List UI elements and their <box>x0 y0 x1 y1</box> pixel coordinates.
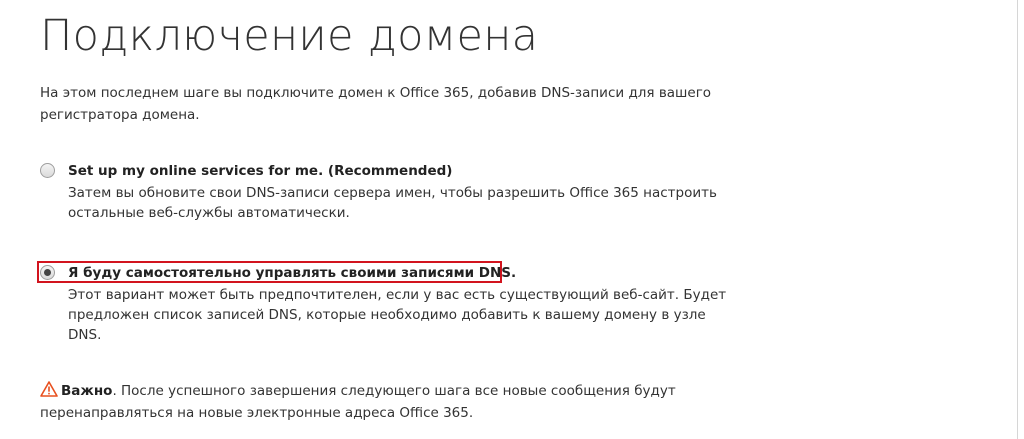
warning-triangle-icon <box>40 381 58 397</box>
intro-text: На этом последнем шаге вы подключите дом… <box>40 85 712 123</box>
option-manage-dns-label[interactable]: Я буду самостоятельно управлять своими з… <box>68 262 516 284</box>
option-auto-setup-label[interactable]: Set up my online services for me. (Recom… <box>68 160 452 182</box>
option-manage-dns-description: Этот вариант может быть предпочтителен, … <box>68 287 727 343</box>
option-auto-setup-row[interactable]: Set up my online services for me. (Recom… <box>40 160 730 182</box>
option-auto-setup[interactable]: Set up my online services for me. (Recom… <box>40 160 730 221</box>
important-notice: Важно. После успешного завершения следую… <box>40 380 720 424</box>
radio-auto-setup[interactable] <box>40 163 55 178</box>
scrollbar-edge <box>1017 0 1018 439</box>
important-label: Важно <box>61 383 113 399</box>
option-manage-dns-row[interactable]: Я буду самостоятельно управлять своими з… <box>37 261 730 284</box>
important-text: . После успешного завершения следующего … <box>40 383 676 421</box>
option-auto-setup-description: Затем вы обновите свои DNS-записи сервер… <box>68 185 717 221</box>
radio-manage-dns[interactable] <box>40 265 55 280</box>
page-title: Подключение домена <box>40 11 539 61</box>
option-manage-dns[interactable]: Я буду самостоятельно управлять своими з… <box>37 261 730 343</box>
